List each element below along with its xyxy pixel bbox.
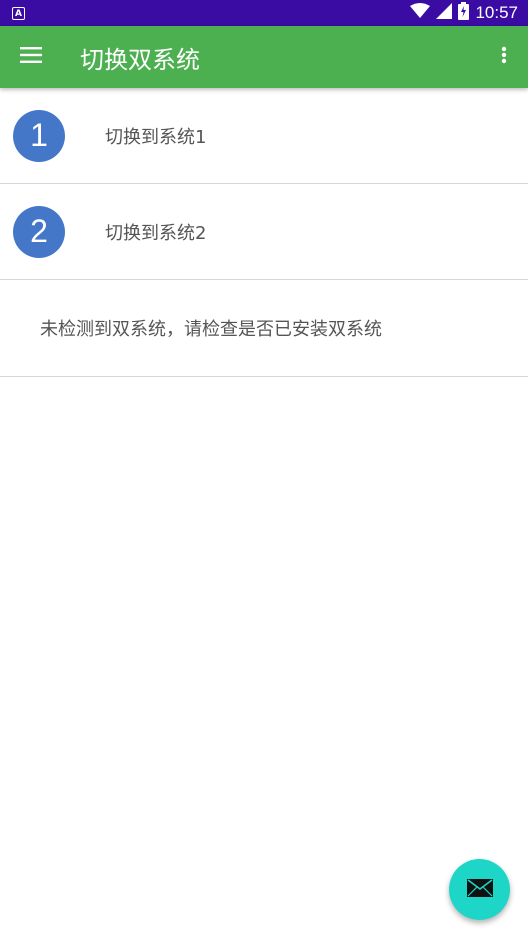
clock: 10:57 [475,3,518,22]
wifi-icon [410,3,431,23]
fab-mail-button[interactable] [449,859,510,920]
app-bar: 切换双系统 [0,26,528,88]
list-item-label: 切换到系统2 [105,222,207,244]
overflow-menu-button[interactable] [480,26,528,88]
status-bar: A 10:57 [0,0,528,26]
notice-text: 未检测到双系统，请检查是否已安装双系统 [0,280,528,377]
hamburger-menu-icon [20,47,42,67]
more-vert-icon [501,46,507,68]
number-badge: 1 [13,109,65,162]
signal-icon [436,3,453,23]
menu-button[interactable] [0,26,62,88]
notification-icon: A [12,6,25,20]
list-item-system-1[interactable]: 1 切换到系统1 [0,88,528,184]
system-list: 1 切换到系统1 2 切换到系统2 未检测到双系统，请检查是否已安装双系统 [0,88,528,377]
mail-icon [466,878,493,901]
list-item-system-2[interactable]: 2 切换到系统2 [0,184,528,280]
battery-charging-icon [458,2,470,24]
list-item-label: 切换到系统1 [105,126,207,148]
page-title: 切换双系统 [80,45,200,74]
number-badge: 2 [13,205,65,258]
